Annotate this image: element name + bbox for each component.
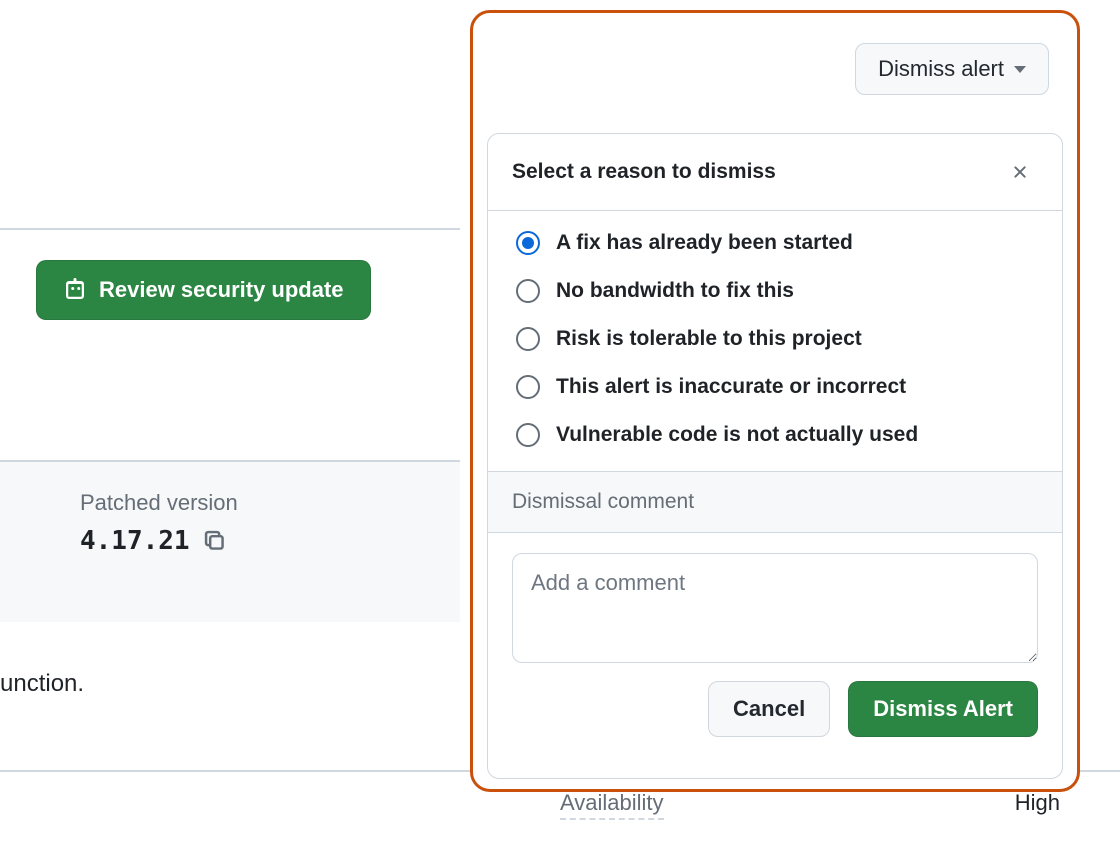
partial-text: unction.	[0, 670, 84, 698]
availability-value: High	[1015, 790, 1060, 820]
copy-icon[interactable]	[204, 530, 226, 552]
radio-icon[interactable]	[516, 375, 540, 399]
dismiss-reason-option[interactable]: This alert is inaccurate or incorrect	[516, 375, 1034, 399]
dismiss-reason-option[interactable]: No bandwidth to fix this	[516, 279, 1034, 303]
radio-icon[interactable]	[516, 279, 540, 303]
dismiss-alert-region: Dismiss alert Select a reason to dismiss…	[470, 10, 1080, 792]
dismiss-reason-option[interactable]: Risk is tolerable to this project	[516, 327, 1034, 351]
radio-icon[interactable]	[516, 231, 540, 255]
radio-icon[interactable]	[516, 327, 540, 351]
patched-version-label: Patched version	[80, 490, 380, 516]
dismissal-comment-input[interactable]	[512, 553, 1038, 663]
radio-icon[interactable]	[516, 423, 540, 447]
dismissal-comment-header: Dismissal comment	[488, 471, 1062, 533]
panel-title: Select a reason to dismiss	[512, 160, 776, 184]
dismiss-reason-label: Risk is tolerable to this project	[556, 327, 862, 351]
dismiss-alert-button[interactable]: Dismiss Alert	[848, 681, 1038, 737]
dismiss-reason-option[interactable]: Vulnerable code is not actually used	[516, 423, 1034, 447]
dismiss-reason-label: A fix has already been started	[556, 231, 853, 255]
cancel-button[interactable]: Cancel	[708, 681, 830, 737]
patched-version-box: Patched version 4.17.21	[0, 462, 460, 622]
dismiss-reason-label: No bandwidth to fix this	[556, 279, 794, 303]
patched-version-value: 4.17.21	[80, 526, 380, 556]
availability-label: Availability	[560, 790, 664, 820]
dismiss-reason-label: Vulnerable code is not actually used	[556, 423, 918, 447]
availability-row: Availability High	[560, 790, 1060, 820]
dismiss-reason-panel: Select a reason to dismiss A fix has alr…	[487, 133, 1063, 779]
review-btn-label: Review security update	[99, 277, 344, 303]
review-security-update-button[interactable]: Review security update	[36, 260, 371, 320]
dismiss-reason-label: This alert is inaccurate or incorrect	[556, 375, 906, 399]
dismiss-alert-dropdown-button[interactable]: Dismiss alert	[855, 43, 1049, 95]
divider	[0, 228, 460, 230]
close-icon[interactable]	[1002, 154, 1038, 190]
chevron-down-icon	[1014, 66, 1026, 73]
bot-icon	[63, 278, 87, 302]
dismiss-reason-option[interactable]: A fix has already been started	[516, 231, 1034, 255]
